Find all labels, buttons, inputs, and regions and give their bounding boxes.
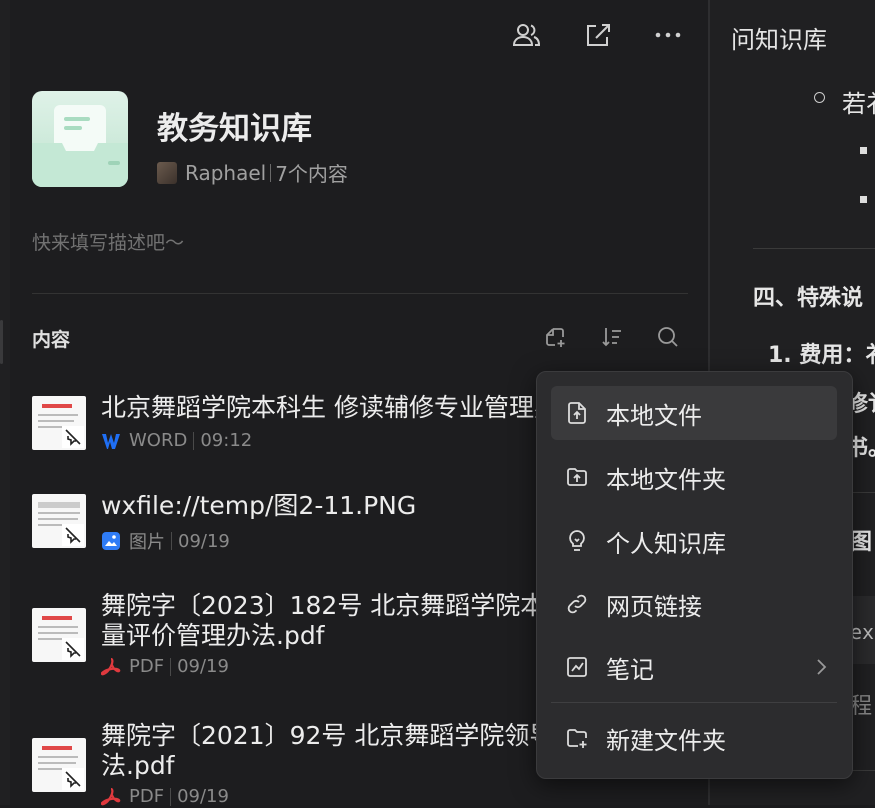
item-meta: WORD 09:12 <box>101 430 252 451</box>
sidebar-indicator <box>0 320 3 364</box>
muted-icon <box>62 768 84 790</box>
chat-panel-title: 问知识库 <box>731 26 827 54</box>
sort-icon[interactable] <box>597 322 627 352</box>
item-time: 09/19 <box>178 530 230 552</box>
owner-info: Raphael 7个内容 <box>157 158 348 187</box>
item-meta: PDF 09/19 <box>101 656 229 677</box>
more-icon[interactable] <box>651 18 685 52</box>
menu-item-label: 笔记 <box>606 655 654 684</box>
owner-name: Raphael <box>185 160 267 185</box>
item-title: wxfile://temp/图2-11.PNG <box>101 491 417 520</box>
item-meta: PDF 09/19 <box>101 786 229 807</box>
add-content-icon[interactable] <box>540 322 570 352</box>
chat-heading: 四、特殊说 <box>753 286 864 311</box>
item-type: PDF <box>129 656 165 677</box>
muted-icon <box>62 638 84 660</box>
item-title-line-2: 法.pdf <box>101 751 175 780</box>
pdf-icon <box>101 657 121 675</box>
item-meta: 图片 09/19 <box>101 528 230 554</box>
chat-bullet-text: 若衤 <box>842 90 875 118</box>
item-title-line-1: 舞院字〔2021〕92号 北京舞蹈学院领导 <box>101 721 555 750</box>
menu-item-label: 本地文件 <box>606 401 702 430</box>
share-icon[interactable] <box>581 18 615 52</box>
muted-icon <box>62 426 84 448</box>
item-time: 09/19 <box>177 656 229 677</box>
item-time: 09/19 <box>177 786 229 807</box>
divider <box>270 163 272 182</box>
item-type: PDF <box>129 786 165 807</box>
knowledge-base-title[interactable]: 教务知识库 <box>157 103 312 148</box>
content-divider <box>850 492 875 493</box>
code-text: ext <box>850 620 875 644</box>
lightbulb-icon <box>565 529 589 553</box>
description-field[interactable]: 快来填写描述吧～ <box>32 228 184 255</box>
chat-item: 1. 费用：衤 <box>768 343 875 368</box>
image-thumbnail <box>32 494 86 548</box>
content-divider <box>850 770 875 771</box>
bullet-circle <box>814 92 825 103</box>
image-icon <box>102 532 120 550</box>
item-type: WORD <box>129 430 188 451</box>
note-icon <box>565 655 589 679</box>
menu-item-label: 本地文件夹 <box>606 465 726 494</box>
muted-icon <box>62 524 84 546</box>
upload-folder-icon <box>565 465 589 489</box>
item-type: 图片 <box>129 532 165 553</box>
item-time: 09:12 <box>200 430 253 451</box>
menu-item-label: 新建文件夹 <box>606 726 726 755</box>
section-divider <box>32 293 688 294</box>
content-count: 7个内容 <box>275 162 348 186</box>
left-sidebar-edge <box>0 0 10 805</box>
document-thumbnail <box>32 608 86 662</box>
document-thumbnail <box>32 396 86 450</box>
menu-item-label: 网页链接 <box>606 592 702 621</box>
new-folder-icon <box>565 726 589 750</box>
chat-fragment: 程 <box>850 694 873 719</box>
content-section-title: 内容 <box>32 329 71 351</box>
menu-item-label: 个人知识库 <box>606 529 726 558</box>
search-icon[interactable] <box>653 322 683 352</box>
item-title-line-1: 舞院字〔2023〕182号 北京舞蹈学院本科 <box>101 591 571 620</box>
menu-item-personal-kb[interactable]: 个人知识库 <box>551 514 837 568</box>
menu-item-new-folder[interactable]: 新建文件夹 <box>551 711 837 765</box>
content-divider <box>753 248 875 249</box>
link-icon <box>565 592 589 616</box>
menu-item-local-file[interactable]: 本地文件 <box>551 386 837 440</box>
item-title: 北京舞蹈学院本科生 修读辅修专业管理办 <box>101 393 559 422</box>
document-thumbnail <box>32 738 86 792</box>
bullet-square <box>860 147 867 154</box>
members-icon[interactable] <box>510 18 544 52</box>
menu-item-note[interactable]: 笔记 <box>551 640 837 694</box>
upload-file-icon <box>565 401 589 425</box>
word-icon <box>102 433 120 449</box>
chevron-right-icon <box>815 657 827 681</box>
menu-item-local-folder[interactable]: 本地文件夹 <box>551 450 837 504</box>
item-title-line-2: 量评价管理办法.pdf <box>101 621 325 650</box>
bullet-square <box>860 196 867 203</box>
chat-fragment: 图 <box>850 530 873 555</box>
knowledge-base-cover-icon <box>32 91 128 187</box>
avatar <box>157 161 177 184</box>
menu-divider <box>551 702 837 703</box>
pdf-icon <box>101 787 121 805</box>
menu-item-web-link[interactable]: 网页链接 <box>551 577 837 631</box>
add-content-menu: 本地文件 本地文件夹 个人知识库 网页链接 笔记 新建文件夹 <box>536 371 853 779</box>
